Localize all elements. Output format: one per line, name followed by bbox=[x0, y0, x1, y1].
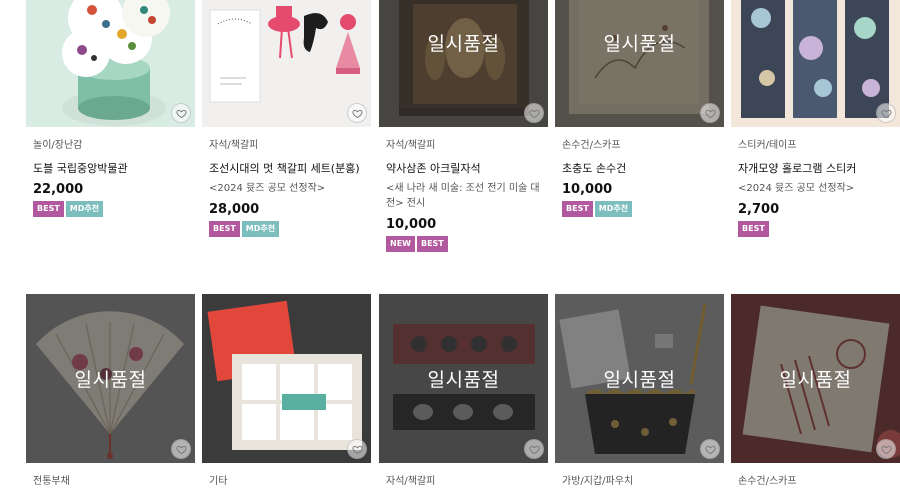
bookmark-set-image bbox=[202, 0, 371, 127]
product-image[interactable] bbox=[26, 0, 195, 127]
wishlist-heart-icon[interactable] bbox=[347, 439, 367, 459]
product-info: 놀이/장난감 도블 국립중앙박물관 22,000 BEST MD추천 bbox=[33, 139, 193, 217]
hologram-sticker-image bbox=[731, 0, 900, 127]
product-category: 기타 bbox=[209, 476, 228, 487]
best-badge: BEST bbox=[33, 201, 64, 217]
product-info: 자석/책갈피 조선시대의 멋 책갈피 세트(분홍) <2024 뮷즈 공모 선정… bbox=[209, 139, 369, 237]
sold-out-label: 일시품절 bbox=[74, 369, 147, 391]
product-price: 2,700 bbox=[738, 202, 780, 217]
product-image[interactable] bbox=[202, 0, 371, 127]
sold-out-label: 일시품절 bbox=[779, 369, 852, 391]
product-price: 28,000 bbox=[209, 202, 260, 217]
product-category: 스티커/테이프 bbox=[738, 140, 797, 151]
product-info: 기타 bbox=[209, 475, 369, 489]
best-badge: BEST bbox=[416, 236, 448, 252]
sold-out-label: 일시품절 bbox=[427, 33, 500, 55]
product-image[interactable]: 일시품절 bbox=[379, 294, 548, 463]
sold-out-overlay: 일시품절 bbox=[555, 294, 724, 463]
product-name[interactable]: 자개모양 홀로그램 스티커 bbox=[738, 162, 898, 176]
product-subtitle: <2024 뮷즈 공모 선정작> bbox=[738, 183, 855, 194]
product-image[interactable]: 일시품절 bbox=[731, 294, 900, 463]
sold-out-overlay: 일시품절 bbox=[379, 294, 548, 463]
product-price: 10,000 bbox=[386, 217, 437, 232]
badge-group: BEST MD추천 bbox=[562, 201, 722, 217]
product-name[interactable]: 초충도 손수건 bbox=[562, 162, 722, 176]
product-image[interactable] bbox=[731, 0, 900, 127]
product-image[interactable]: 일시품절 bbox=[26, 294, 195, 463]
wishlist-heart-icon[interactable] bbox=[171, 103, 191, 123]
wishlist-heart-icon[interactable] bbox=[171, 439, 191, 459]
wishlist-heart-icon[interactable] bbox=[700, 103, 720, 123]
product-category: 자석/책갈피 bbox=[386, 476, 436, 487]
product-info: 가방/지갑/파우치 bbox=[562, 475, 722, 489]
product-image[interactable]: 일시품절 bbox=[555, 294, 724, 463]
product-info: 손수건/스카프 bbox=[738, 475, 898, 489]
sold-out-overlay: 일시품절 bbox=[26, 294, 195, 463]
sold-out-overlay: 일시품절 bbox=[731, 294, 900, 463]
product-info: 전통부채 bbox=[33, 475, 193, 489]
product-info: 자석/책갈피 약사삼존 아크릴자석 <새 나라 새 미술: 조선 전기 미술 대… bbox=[386, 139, 546, 252]
product-price: 22,000 bbox=[33, 182, 84, 197]
wishlist-heart-icon[interactable] bbox=[876, 103, 896, 123]
product-category: 자석/책갈피 bbox=[209, 140, 259, 151]
badge-group: BEST bbox=[738, 221, 898, 237]
dobble-game-image bbox=[26, 0, 195, 127]
gift-towel-set-image bbox=[202, 294, 371, 463]
wishlist-heart-icon[interactable] bbox=[700, 439, 720, 459]
wishlist-heart-icon[interactable] bbox=[524, 439, 544, 459]
product-info: 손수건/스카프 초충도 손수건 10,000 BEST MD추천 bbox=[562, 139, 722, 217]
product-category: 가방/지갑/파우치 bbox=[562, 476, 634, 487]
sold-out-overlay: 일시품절 bbox=[379, 0, 548, 127]
best-badge: BEST bbox=[738, 221, 769, 237]
wishlist-heart-icon[interactable] bbox=[347, 103, 367, 123]
md-pick-badge: MD추천 bbox=[241, 221, 280, 237]
badge-group: NEW BEST bbox=[386, 236, 546, 252]
sold-out-label: 일시품절 bbox=[603, 33, 676, 55]
product-info: 스티커/테이프 자개모양 홀로그램 스티커 <2024 뮷즈 공모 선정작> 2… bbox=[738, 139, 898, 237]
product-subtitle: <새 나라 새 미술: 조선 전기 미술 대전> 전시 bbox=[386, 183, 540, 209]
product-category: 전통부채 bbox=[33, 476, 70, 487]
product-category: 손수건/스카프 bbox=[562, 140, 621, 151]
product-category: 놀이/장난감 bbox=[33, 140, 83, 151]
md-pick-badge: MD추천 bbox=[65, 201, 104, 217]
badge-group: BEST MD추천 bbox=[209, 221, 369, 237]
best-badge: BEST bbox=[209, 221, 240, 237]
sold-out-overlay: 일시품절 bbox=[555, 0, 724, 127]
product-image[interactable]: 일시품절 bbox=[379, 0, 548, 127]
badge-group: BEST MD추천 bbox=[33, 201, 193, 217]
sold-out-label: 일시품절 bbox=[603, 369, 676, 391]
product-info: 자석/책갈피 bbox=[386, 475, 546, 489]
wishlist-heart-icon[interactable] bbox=[876, 439, 896, 459]
product-category: 손수건/스카프 bbox=[738, 476, 797, 487]
product-category: 자석/책갈피 bbox=[386, 140, 436, 151]
product-name[interactable]: 조선시대의 멋 책갈피 세트(분홍) bbox=[209, 162, 369, 176]
product-image[interactable]: 일시품절 bbox=[555, 0, 724, 127]
product-name[interactable]: 도블 국립중앙박물관 bbox=[33, 162, 193, 176]
best-badge: BEST bbox=[562, 201, 593, 217]
sold-out-label: 일시품절 bbox=[427, 369, 500, 391]
product-grid: 놀이/장난감 도블 국립중앙박물관 22,000 BEST MD추천 자석/책갈… bbox=[0, 0, 900, 489]
md-pick-badge: MD추천 bbox=[594, 201, 633, 217]
product-name[interactable]: 약사삼존 아크릴자석 bbox=[386, 162, 546, 176]
product-image[interactable] bbox=[202, 294, 371, 463]
product-subtitle: <2024 뮷즈 공모 선정작> bbox=[209, 183, 326, 194]
new-badge: NEW bbox=[386, 236, 415, 252]
wishlist-heart-icon[interactable] bbox=[524, 103, 544, 123]
product-price: 10,000 bbox=[562, 182, 613, 197]
